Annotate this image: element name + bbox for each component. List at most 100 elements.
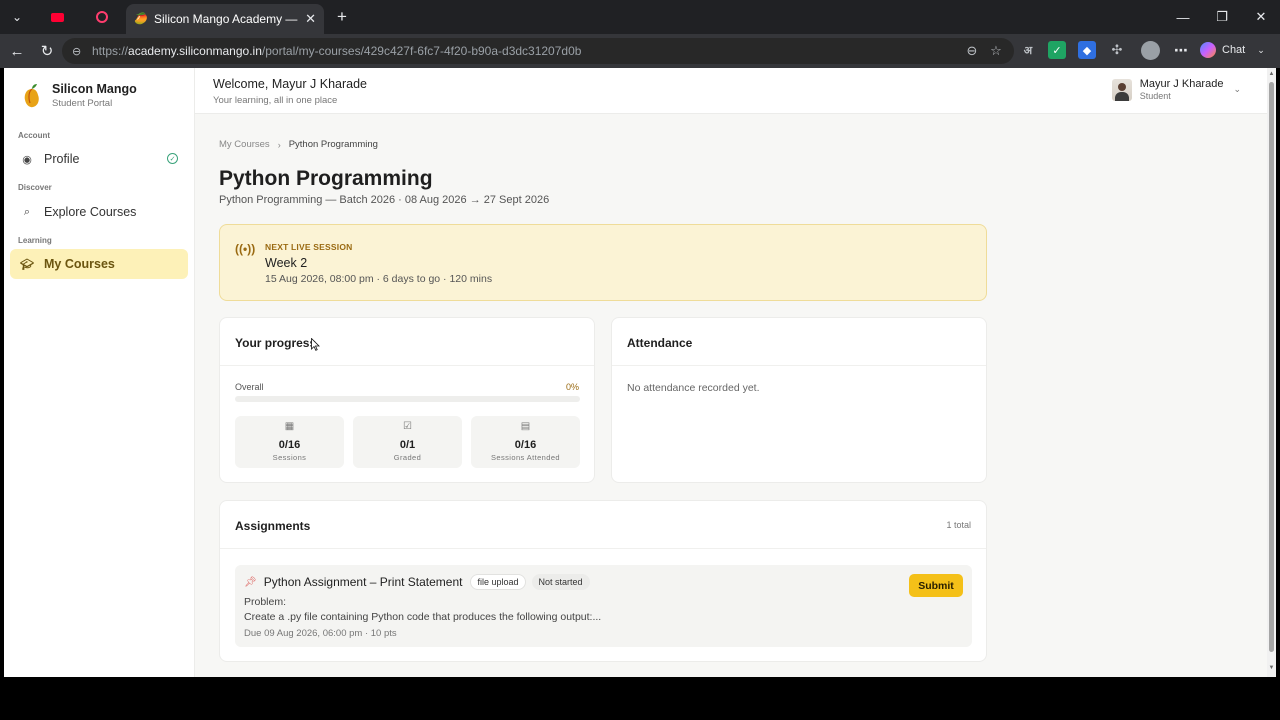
scroll-up-icon[interactable]: ▲ <box>1268 71 1275 77</box>
attendance-empty-message: No attendance recorded yet. <box>627 382 760 394</box>
overall-percent: 0% <box>565 382 579 392</box>
assignments-heading: Assignments <box>235 519 311 533</box>
tab-youtube[interactable] <box>45 6 69 28</box>
progress-heading: Your progress <box>235 336 317 350</box>
tab-title: Silicon Mango Academy — Learn <box>154 12 299 26</box>
page-scrollbar[interactable]: ▲ ▼ <box>1267 68 1276 677</box>
taskbar-area <box>0 677 1280 720</box>
section-label-discover: Discover <box>18 183 52 192</box>
tab-app[interactable] <box>90 6 114 28</box>
user-circle-icon: ◉ <box>22 153 32 166</box>
extension-shield-icon[interactable]: ◆ <box>1078 41 1096 59</box>
assignments-card: Assignments 1 total 📌︎ Python Assignment… <box>219 500 987 662</box>
chat-button[interactable]: Chat ⌄ <box>1200 39 1265 61</box>
stat-label: Sessions <box>272 453 307 462</box>
breadcrumb-current: Python Programming <box>288 139 378 150</box>
assignment-title[interactable]: Python Assignment – Print Statement <box>264 575 463 589</box>
sidebar-item-label: Explore Courses <box>44 205 137 219</box>
sidebar: Silicon Mango Student Portal Account ◉ P… <box>4 68 195 677</box>
search-explore-icon: ⌕ <box>23 205 31 218</box>
assignments-total: 1 total <box>946 520 971 530</box>
progress-card: Your progress Overall 0% ▦ 0/16 Sessions… <box>219 317 595 483</box>
chevron-right-icon: › <box>277 139 281 150</box>
submit-button[interactable]: Submit <box>909 574 963 597</box>
mango-favicon-icon: 🥭 <box>134 13 148 25</box>
sidebar-item-profile[interactable]: ◉ Profile ✓ <box>10 144 188 174</box>
section-label-learning: Learning <box>18 236 52 245</box>
welcome-tagline: Your learning, all in one place <box>213 95 338 106</box>
browser-chrome: ⌄ 🥭 Silicon Mango Academy — Learn ✕ + — … <box>0 0 1280 68</box>
mango-logo-icon <box>24 83 39 107</box>
sidebar-item-label: Profile <box>44 152 80 166</box>
breadcrumb-my-courses[interactable]: My Courses <box>219 139 270 150</box>
zoom-icon[interactable]: ⊖ <box>961 40 983 62</box>
verified-check-icon: ✓ <box>167 153 178 164</box>
back-icon[interactable]: ← <box>6 40 28 62</box>
minimize-icon[interactable]: — <box>1169 6 1197 28</box>
chat-chevron-icon: ⌄ <box>1257 44 1265 55</box>
graduation-cap-icon: 🎓︎ <box>20 258 34 271</box>
brand[interactable]: Silicon Mango Student Portal <box>22 82 137 109</box>
section-label-account: Account <box>18 131 50 140</box>
close-window-icon[interactable]: ✕ <box>1247 6 1275 28</box>
next-live-session-banner: ((•)) NEXT LIVE SESSION Week 2 15 Aug 20… <box>219 224 987 301</box>
tab-active[interactable]: 🥭 Silicon Mango Academy — Learn ✕ <box>126 4 324 34</box>
stat-value: 0/16 <box>514 439 537 451</box>
live-session-title: Week 2 <box>265 256 308 270</box>
mouse-cursor-icon <box>311 338 320 351</box>
tab-strip: ⌄ 🥭 Silicon Mango Academy — Learn ✕ + — … <box>0 0 1280 34</box>
divider <box>612 365 986 366</box>
youtube-icon <box>50 12 64 22</box>
bookmark-star-icon[interactable]: ☆ <box>985 40 1007 62</box>
assignment-title-row: 📌︎ Python Assignment – Print Statement f… <box>244 574 596 590</box>
url-scheme: https:// <box>92 44 129 58</box>
sidebar-item-my-courses[interactable]: 🎓︎ My Courses <box>10 249 188 279</box>
type-chip: file upload <box>470 574 526 590</box>
user-role: Student <box>1139 91 1171 101</box>
assignment-item[interactable]: 📌︎ Python Assignment – Print Statement f… <box>235 565 972 647</box>
sidebar-item-explore-courses[interactable]: ⌕ Explore Courses <box>10 197 188 227</box>
live-session-label: NEXT LIVE SESSION <box>265 242 353 252</box>
status-badge: Not started <box>531 574 590 590</box>
close-tab-icon[interactable]: ✕ <box>305 11 316 27</box>
app-logo-icon <box>96 11 108 23</box>
new-tab-icon[interactable]: + <box>330 6 354 28</box>
breadcrumb: My Courses › Python Programming <box>219 139 378 150</box>
extension-check-icon[interactable]: ✓ <box>1048 41 1066 59</box>
more-menu-icon[interactable]: ⋯ <box>1172 41 1190 59</box>
top-bar: Welcome, Mayur J Kharade Your learning, … <box>195 68 1267 114</box>
stat-graded: ☑ 0/1 Graded <box>353 416 462 468</box>
attendance-heading: Attendance <box>627 336 693 350</box>
site-info-icon[interactable]: ⊖ <box>72 45 86 58</box>
user-menu[interactable]: Mayur J Kharade Student ⌄ <box>1111 78 1241 101</box>
restore-icon[interactable]: ❐ <box>1208 6 1236 28</box>
divider <box>220 548 986 549</box>
scroll-down-icon[interactable]: ▼ <box>1268 665 1275 671</box>
assignment-problem-label: Problem: <box>244 596 287 608</box>
live-session-meta: 15 Aug 2026, 08:00 pm · 6 days to go · 1… <box>265 273 493 285</box>
avatar <box>1111 78 1132 101</box>
assignment-due: Due 09 Aug 2026, 06:00 pm · 10 pts <box>244 628 397 639</box>
pushpin-icon: 📌︎ <box>244 576 257 588</box>
calendar-icon: ▦ <box>284 421 295 432</box>
scroll-thumb[interactable] <box>1269 82 1274 652</box>
divider <box>220 365 594 366</box>
extensions-puzzle-icon[interactable]: ✣ <box>1108 41 1126 59</box>
page-viewport: Silicon Mango Student Portal Account ◉ P… <box>4 68 1276 677</box>
welcome-heading: Welcome, Mayur J Kharade <box>213 77 367 91</box>
stat-sessions-attended: ▤ 0/16 Sessions Attended <box>471 416 580 468</box>
page-title: Python Programming <box>219 167 433 190</box>
overall-label: Overall <box>235 382 264 392</box>
tab-search-chevron-icon[interactable]: ⌄ <box>5 6 29 28</box>
brand-subtitle: Student Portal <box>52 98 113 109</box>
reload-icon[interactable]: ↻ <box>36 40 58 62</box>
address-bar[interactable]: ⊖ https://academy.siliconmango.in/portal… <box>62 38 1014 64</box>
extension-hindi-icon[interactable]: अ <box>1019 41 1037 59</box>
sidebar-item-label: My Courses <box>44 257 115 271</box>
chevron-down-icon: ⌄ <box>1233 84 1241 94</box>
copilot-icon <box>1200 42 1216 58</box>
browser-toolbar: ← ↻ ⊖ https://academy.siliconmango.in/po… <box>0 34 1280 68</box>
assignment-description: Create a .py file containing Python code… <box>244 611 602 623</box>
attendance-card: Attendance No attendance recorded yet. <box>611 317 987 483</box>
profile-avatar-icon[interactable] <box>1141 41 1160 60</box>
